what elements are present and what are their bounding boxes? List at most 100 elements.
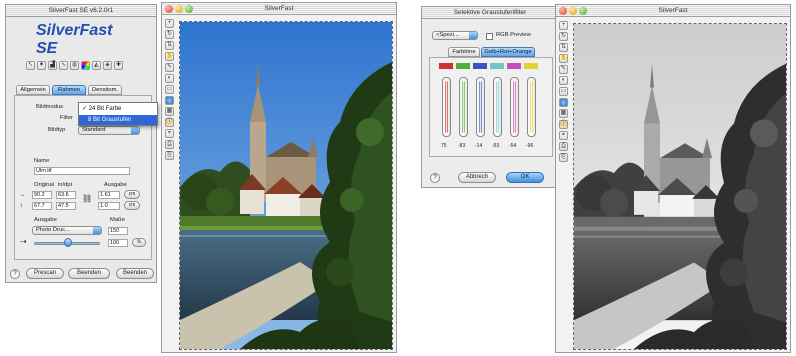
close-button[interactable] [165,5,173,13]
color-correction-icon[interactable]: ◍ [70,61,79,70]
sharpen-icon[interactable]: ◭ [92,61,101,70]
orig-height2-field[interactable]: 47.5 [56,202,76,210]
tab-farbtoene[interactable]: Farbtöne [448,47,480,57]
bildmodus-label: Bildmodus [36,104,64,110]
panel-title-bar: SilverFast SE v6.2.0r1 [6,5,156,17]
cm-unit-button-2[interactable]: cm [124,201,140,210]
rotate-icon[interactable]: ↻ [559,32,568,41]
minimize-button[interactable] [569,7,577,15]
unit-label: in/dpi [58,182,72,188]
zoom-button[interactable] [185,5,193,13]
original-label: Original [34,182,54,188]
tab-gelb-rot-orange[interactable]: Gelb+Rot+Orange [481,47,535,57]
grid-icon[interactable]: ▦ [165,107,174,116]
orig-width-field[interactable]: 90.2 [32,191,52,199]
ausgabe2-label: Ausgabe [34,217,57,223]
hand-icon[interactable]: ✋ [165,52,174,61]
tab-allgemein[interactable]: Allgemein [16,85,50,95]
ausgabe-select[interactable]: Photo Druc... [32,226,102,235]
print-icon[interactable]: ⎙ [559,142,568,151]
bildtyp-select[interactable]: Standard [78,126,140,135]
preview-title-bar: SilverFast [162,3,396,15]
help-icon[interactable]: ? [430,173,440,183]
tube-slider[interactable] [459,77,468,137]
pointer-icon[interactable]: ↖ [26,61,35,70]
gear-icon[interactable]: ✷ [37,61,46,70]
bildmodus-menu: ✓ 24 Bit Farbe 8 Bit Graustufen [78,102,158,126]
tool-icon-row: ↖ ✷ ▟ ∿ ◍ ◭ ◈ ✚ [26,60,151,74]
tube-slider[interactable] [476,77,485,137]
curves-icon[interactable]: ∿ [59,61,68,70]
ruler-icon[interactable]: ▭ [559,87,568,96]
tube-value: -53 [492,143,500,149]
silverfast-panel: SilverFast SE v6.2.0r1 SilverFast SE ↖ ✷… [5,4,158,283]
close-button[interactable] [559,7,567,15]
prescan-button[interactable]: Prescan [26,268,64,279]
info-icon[interactable]: ⓘ [165,118,174,127]
out-width-field[interactable]: 1.61 [98,191,120,199]
scale-percent-field[interactable]: 100 [108,239,128,247]
save-icon[interactable]: ⎘ [165,151,174,160]
ruler-icon[interactable]: ▭ [165,85,174,94]
quit-button[interactable]: Beenden [116,268,154,279]
preset-select[interactable]: <Spezi... [432,31,478,40]
color-swatch [456,63,470,69]
zoom-in-icon[interactable]: + [559,21,568,30]
cancel-button[interactable]: Abbrech [458,172,496,183]
minimize-button[interactable] [175,5,183,13]
info-icon[interactable]: ⓘ [559,120,568,129]
h-icon-label: ↕ [20,203,23,209]
cursor-icon[interactable]: ⌖ [165,129,174,138]
percent-button[interactable]: % [132,238,146,247]
tube-slider[interactable] [527,77,536,137]
cm-unit-button[interactable]: cm [124,190,140,199]
menu-item-24bit[interactable]: ✓ 24 Bit Farbe [79,105,157,114]
help-icon[interactable]: ? [10,269,20,279]
grid-icon[interactable]: ▦ [559,109,568,118]
rgb-preview-checkbox[interactable] [486,33,493,40]
tube-slider[interactable] [510,77,519,137]
expert-icon[interactable]: ◈ [103,61,112,70]
scale-slider-thumb[interactable] [64,238,72,247]
preview-toolbar: + ↻ ⇅ ✋ ✎ ◐ ▭ ▦ ⓘ ⌖ ⎙ ⎘ [164,19,176,189]
descreen-icon[interactable]: ✚ [114,61,123,70]
flip-icon[interactable]: ⇅ [165,41,174,50]
preview-window-color: SilverFast + ↻ ⇅ ✋ ✎ ◐ ▭ ▦ ⓘ ⌖ ⎙ ⎘ [161,2,397,353]
orig-height-field[interactable]: 67.7 [32,202,52,210]
pipette-icon[interactable]: ✎ [559,65,568,74]
orig-width2-field[interactable]: 63.6 [56,191,76,199]
print-icon[interactable]: ⎙ [165,140,174,149]
tube-slider[interactable] [442,77,451,137]
histogram-icon[interactable]: ▟ [48,61,57,70]
globe-icon[interactable] [165,96,174,105]
tube-fill [530,81,533,133]
color-swatch [439,63,453,69]
rotate-icon[interactable]: ↻ [165,30,174,39]
dialog-title: Selektive Graustufenfilter [453,9,527,16]
tube-slider[interactable] [493,77,502,137]
flip-icon[interactable]: ⇅ [559,43,568,52]
hand-icon[interactable]: ✋ [559,54,568,63]
zoom-button[interactable] [579,7,587,15]
scan-button[interactable]: Beenden [68,268,110,279]
selective-color-icon[interactable] [81,61,90,70]
preview-title: SilverFast [264,5,294,12]
menu-item-8bit[interactable]: 8 Bit Graustufen [79,115,157,125]
menu-item-label: 24 Bit Farbe [88,106,122,112]
midtone-icon[interactable]: ◐ [559,76,568,85]
zoom-in-icon[interactable]: + [165,19,174,28]
tab-rahmen[interactable]: Rahmen [52,85,86,95]
tab-densitom[interactable]: Densitom. [88,85,122,95]
link-icon[interactable]: ⛓ [82,195,92,203]
cursor-icon[interactable]: ⌖ [559,131,568,140]
save-icon[interactable]: ⎘ [559,153,568,162]
dpi-field[interactable]: 150 [108,227,128,235]
out-height-field[interactable]: 1.0 [98,202,120,210]
ok-button[interactable]: OK [506,172,544,183]
name-field[interactable]: Ulm.tif [34,167,130,175]
menu-item-label: 8 Bit Graustufen [88,117,132,123]
globe-icon[interactable] [559,98,568,107]
pipette-icon[interactable]: ✎ [165,63,174,72]
midtone-icon[interactable]: ◐ [165,74,174,83]
tube-value: 75 [441,143,447,149]
